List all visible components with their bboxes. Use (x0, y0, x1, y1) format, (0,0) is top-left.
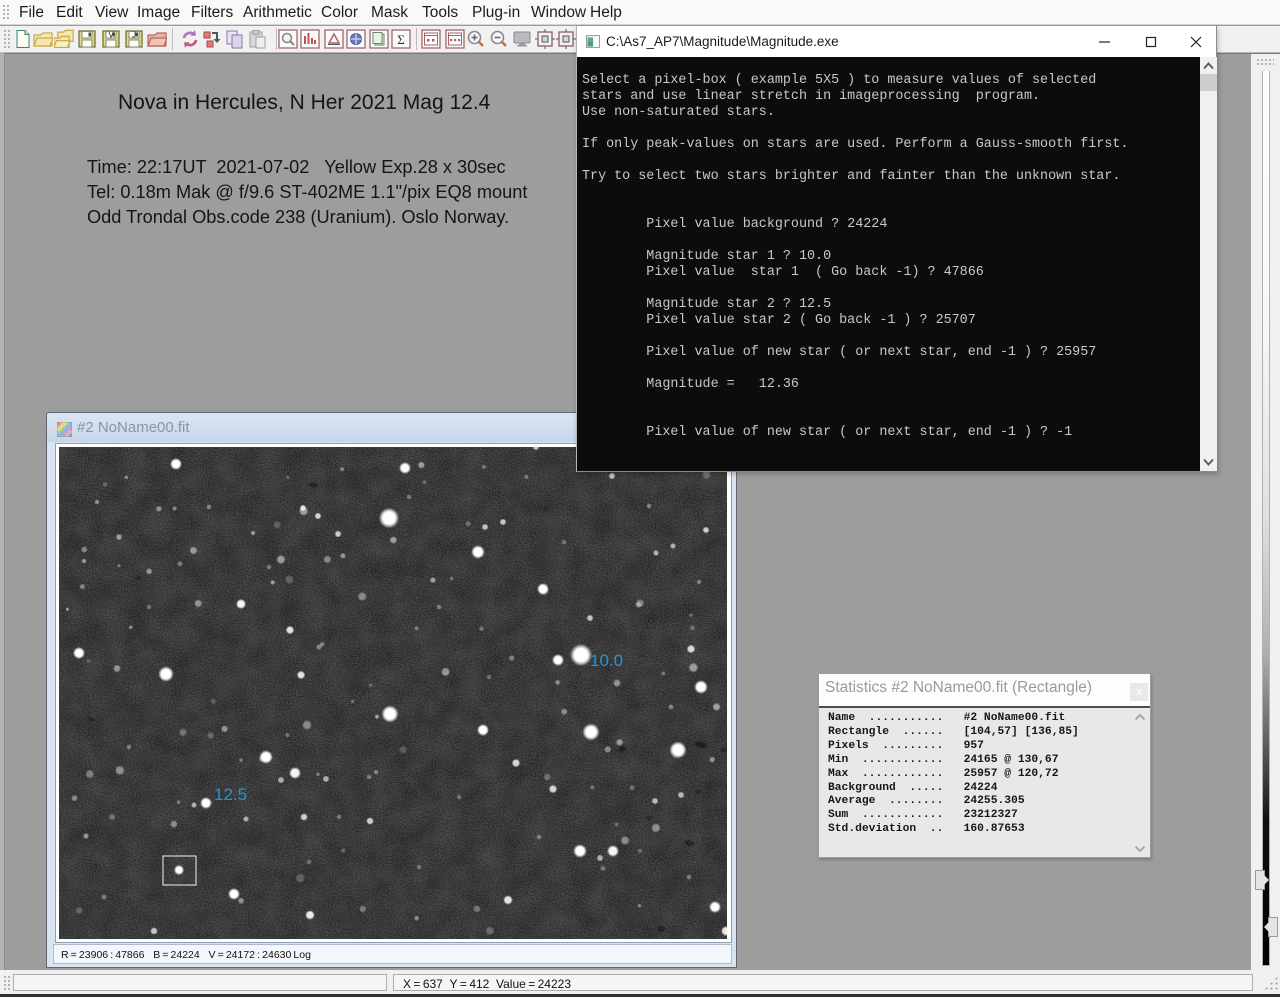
svg-text:V: V (108, 31, 114, 40)
svg-text:12.5: 12.5 (214, 785, 247, 804)
svg-text:10.0: 10.0 (590, 651, 623, 670)
svg-text:Σ: Σ (397, 32, 405, 47)
svg-text:J: J (132, 31, 136, 40)
